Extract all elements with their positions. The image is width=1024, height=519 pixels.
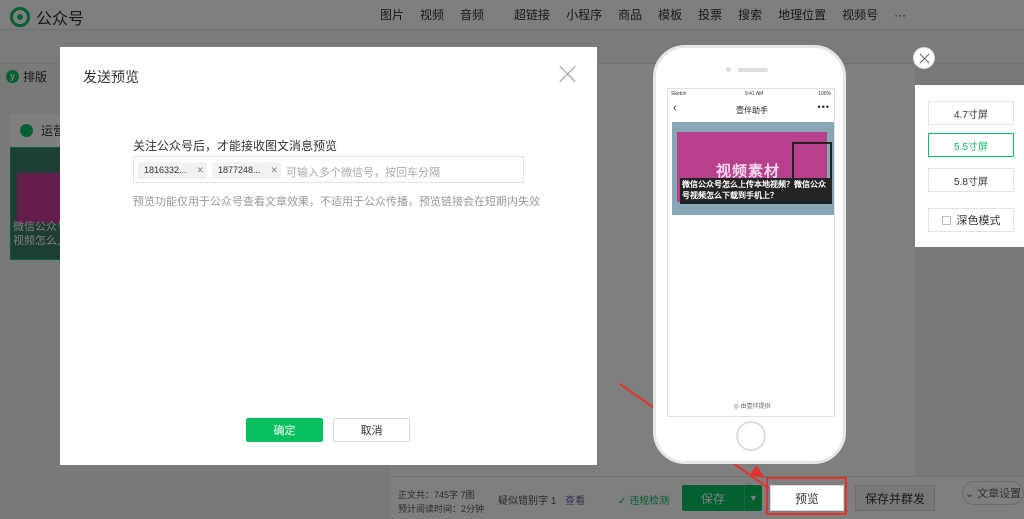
provider-label: ◎ 由壹伴提供 [668,401,834,410]
phone-screen: Sketch 9:41 AM 100% ‹ 壹伴助手 ••• 视频素材 微信公众… [667,88,835,417]
provider-icon: ◎ [733,404,739,410]
close-icon[interactable] [557,63,579,85]
send-preview-dialog: 发送预览 关注公众号后，才能接收图文消息预览 1816332... ✕ 1877… [60,47,597,465]
recipient-chip: 1816332... ✕ [138,162,207,179]
remove-chip-icon[interactable]: ✕ [196,162,204,179]
cover-caption: 微信公众号怎么上传本地视频？微信公众号视频怎么下载到手机上？ [682,180,826,200]
dark-mode-label: 深色模式 [956,215,1001,227]
phone-close-icon[interactable] [913,47,935,69]
recipient-chip-label: 1816332... [144,165,187,175]
screen-size-panel: 4.7寸屏 5.5寸屏 5.8寸屏 深色模式 [915,85,1024,247]
size-option-4-7[interactable]: 4.7寸屏 [928,101,1014,125]
remove-chip-icon[interactable]: ✕ [270,162,278,179]
carrier-label: Sketch [671,91,687,97]
recipient-label: 关注公众号后，才能接收图文消息预览 [133,139,338,153]
confirm-button[interactable]: 确定 [246,418,323,442]
phone-home-button [736,421,766,451]
checkbox-icon [941,215,951,225]
size-option-5-5[interactable]: 5.5寸屏 [928,133,1014,157]
dialog-title: 发送预览 [83,69,139,85]
provider-text: 由壹伴提供 [740,404,771,410]
more-dots-icon[interactable]: ••• [818,102,830,112]
phone-preview: Sketch 9:41 AM 100% ‹ 壹伴助手 ••• 视频素材 微信公众… [653,45,846,464]
recipient-chip-label: 1877248... [218,165,261,175]
phone-nav-bar: ‹ 壹伴助手 ••• [668,101,834,119]
article-cover-image: 视频素材 微信公众号怎么上传本地视频？微信公众号视频怎么下载到手机上？ [672,122,834,215]
phone-nav-title: 壹伴助手 [736,106,768,115]
dark-mode-toggle[interactable]: 深色模式 [928,208,1014,232]
cancel-button[interactable]: 取消 [333,418,410,442]
recipient-placeholder: 可输入多个微信号，按回车分隔 [286,167,440,179]
clock-label: 9:41 AM [745,91,764,97]
phone-status-bar: Sketch 9:41 AM 100% [671,91,833,99]
phone-speaker [738,68,768,72]
annotation-highlight-box [766,477,847,515]
size-option-5-8[interactable]: 5.8寸屏 [928,168,1014,192]
recipient-input[interactable]: 1816332... ✕ 1877248... ✕ 可输入多个微信号，按回车分隔 [133,156,524,183]
recipient-chip: 1877248... ✕ [212,162,281,179]
battery-label: 100% [818,91,831,97]
phone-camera [726,67,731,72]
preview-hint: 预览功能仅用于公众号查看文章效果，不适用于公众传播，预览链接会在短期内失效 [133,196,540,208]
